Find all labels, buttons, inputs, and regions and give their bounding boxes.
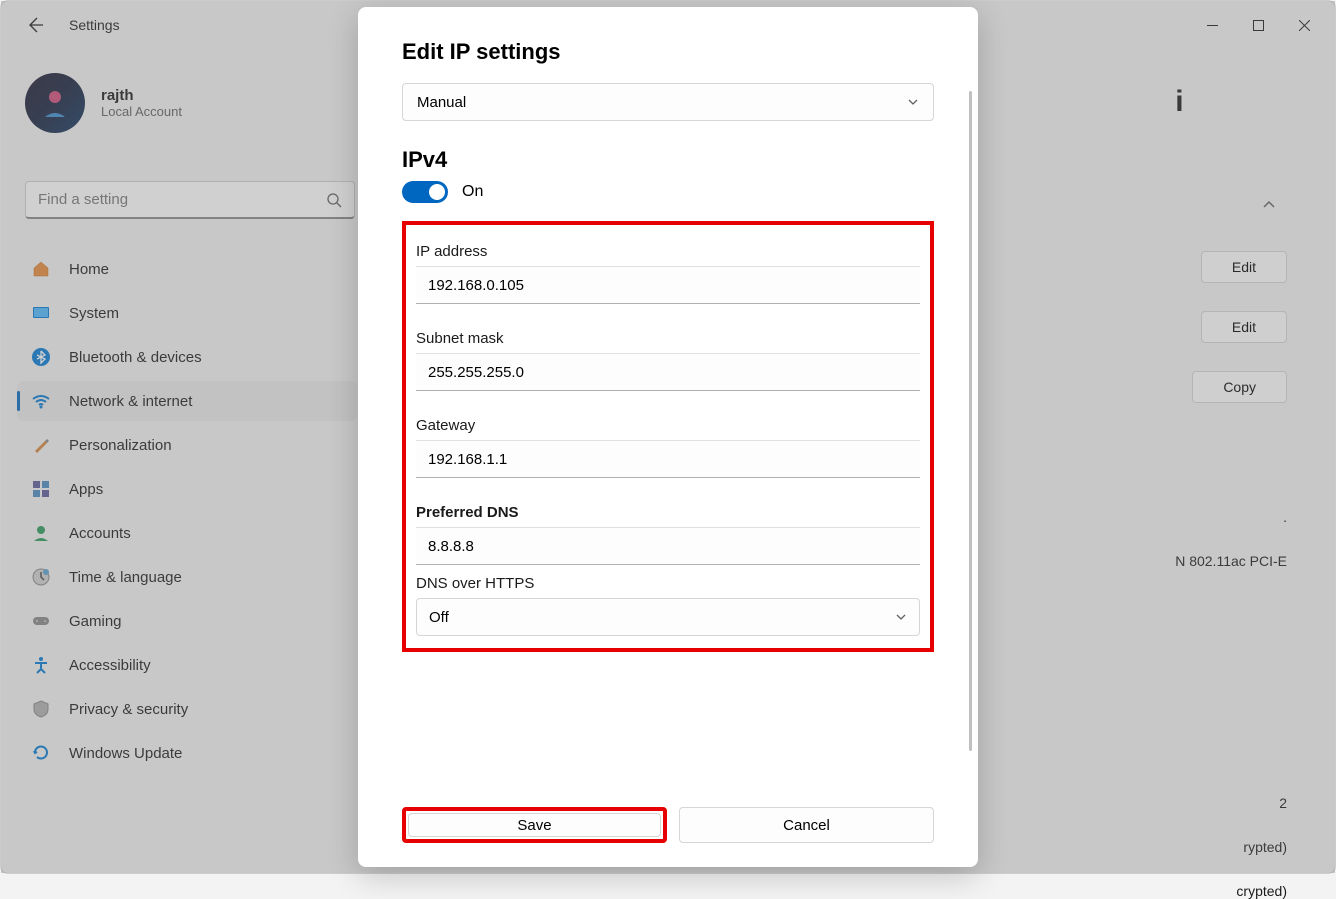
gateway-label: Gateway xyxy=(416,417,920,434)
edit-ip-modal: Edit IP settings Manual IPv4 On IP addre… xyxy=(358,7,978,867)
ipv4-label: IPv4 xyxy=(402,147,934,173)
ip-address-input[interactable] xyxy=(416,266,920,304)
modal-overlay: Edit IP settings Manual IPv4 On IP addre… xyxy=(1,1,1335,873)
ip-fields-highlight: IP address Subnet mask Gateway Preferred… xyxy=(402,221,934,652)
ip-mode-select[interactable]: Manual xyxy=(402,83,934,121)
doh-label: DNS over HTTPS xyxy=(416,575,920,592)
modal-title: Edit IP settings xyxy=(402,39,934,65)
ipv4-toggle[interactable] xyxy=(402,181,448,203)
save-highlight: Save xyxy=(402,807,667,843)
cancel-button[interactable]: Cancel xyxy=(679,807,934,843)
modal-body: Edit IP settings Manual IPv4 On IP addre… xyxy=(358,7,978,791)
doh-select[interactable]: Off xyxy=(416,598,920,636)
chevron-down-icon xyxy=(895,611,907,623)
select-value: Off xyxy=(429,609,449,626)
ip-address-label: IP address xyxy=(416,243,920,260)
settings-window: Settings rajth Local Account Home System… xyxy=(0,0,1336,874)
dns-label: Preferred DNS xyxy=(416,504,920,521)
gateway-input[interactable] xyxy=(416,440,920,478)
detail-text: crypted) xyxy=(1236,883,1287,899)
dns-input[interactable] xyxy=(416,527,920,565)
select-value: Manual xyxy=(417,94,466,111)
chevron-down-icon xyxy=(907,96,919,108)
save-button[interactable]: Save xyxy=(408,813,661,837)
scrollbar[interactable] xyxy=(969,91,972,751)
modal-footer: Save Cancel xyxy=(358,791,978,867)
subnet-label: Subnet mask xyxy=(416,330,920,347)
ipv4-toggle-row: On xyxy=(402,181,934,203)
toggle-knob xyxy=(429,184,445,200)
toggle-state-label: On xyxy=(462,183,483,201)
subnet-input[interactable] xyxy=(416,353,920,391)
